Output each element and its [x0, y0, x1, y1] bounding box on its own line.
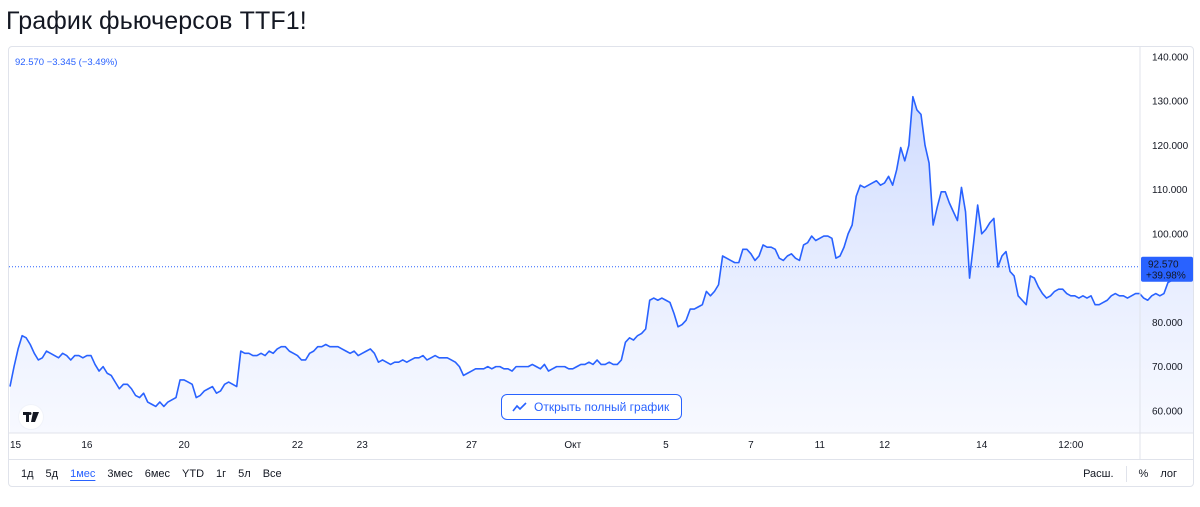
period-button[interactable]: Все — [257, 466, 288, 482]
period-selector: 1д 5д 1мес 3мес 6мес YTD 1г 5л Все — [15, 466, 288, 482]
y-tick-label: 110.000 — [1152, 185, 1188, 196]
chart-line-icon — [512, 402, 527, 412]
open-full-chart-label: Открыть полный график — [534, 400, 670, 414]
period-button[interactable]: YTD — [176, 466, 210, 482]
y-tick-label: 60.000 — [1152, 406, 1183, 417]
price-legend: 92.570 −3.345 (−3.49%) — [15, 57, 118, 68]
x-tick-label: 27 — [466, 440, 478, 451]
y-tick-label: 70.000 — [1152, 362, 1183, 373]
period-button[interactable]: 6мес — [139, 466, 176, 482]
x-tick-label: 22 — [292, 440, 304, 451]
x-axis: 15 16 20 22 23 27 Окт 5 7 11 12 14 12:00 — [10, 440, 1084, 451]
x-tick-label: 5 — [663, 440, 669, 451]
tradingview-logo[interactable] — [19, 405, 43, 429]
period-button[interactable]: 3мес — [101, 466, 138, 482]
period-button[interactable]: 1д — [15, 466, 40, 482]
x-tick-label: 15 — [10, 440, 22, 451]
y-tick-label: 140.000 — [1152, 52, 1189, 63]
open-full-chart-button[interactable]: Открыть полный график — [501, 394, 683, 420]
auto-scale-button[interactable]: Расш. — [1077, 466, 1119, 482]
y-tick-label: 100.000 — [1152, 229, 1189, 240]
period-button[interactable]: 1мес — [64, 466, 101, 482]
log-scale-button[interactable]: лог — [1154, 466, 1183, 482]
tv-icon — [23, 412, 39, 422]
scale-tools: Расш. % лог — [1077, 466, 1183, 482]
y-tick-label: 130.000 — [1152, 97, 1189, 108]
x-tick-label: 11 — [815, 440, 826, 451]
x-tick-label: 20 — [179, 440, 191, 451]
x-tick-label: 7 — [748, 440, 754, 451]
y-tick-label: 80.000 — [1152, 318, 1183, 329]
y-tick-label: 120.000 — [1152, 141, 1189, 152]
last-price-change: +39.98% — [1146, 271, 1186, 282]
chart-widget: 140.000130.000120.000110.000100.00090.00… — [8, 46, 1194, 487]
x-tick-label: Окт — [564, 440, 581, 451]
page-title: График фьючерсов TTF1! — [6, 7, 307, 35]
period-button[interactable]: 5л — [232, 466, 257, 482]
divider — [1125, 466, 1127, 482]
x-tick-label: 16 — [81, 440, 93, 451]
x-tick-label: 12 — [879, 440, 891, 451]
x-tick-label: 14 — [976, 440, 988, 451]
chart-toolbar: 1д 5д 1мес 3мес 6мес YTD 1г 5л Все Расш. % лог — [9, 459, 1193, 487]
percent-scale-button[interactable]: % — [1133, 466, 1155, 482]
last-price-value: 92.570 — [1148, 260, 1179, 271]
period-button[interactable]: 1г — [210, 466, 232, 482]
x-tick-label: 23 — [357, 440, 369, 451]
period-button[interactable]: 5д — [40, 466, 65, 482]
x-tick-label: 12:00 — [1058, 440, 1083, 451]
last-price-badge: 92.570 +39.98% — [1141, 256, 1193, 282]
